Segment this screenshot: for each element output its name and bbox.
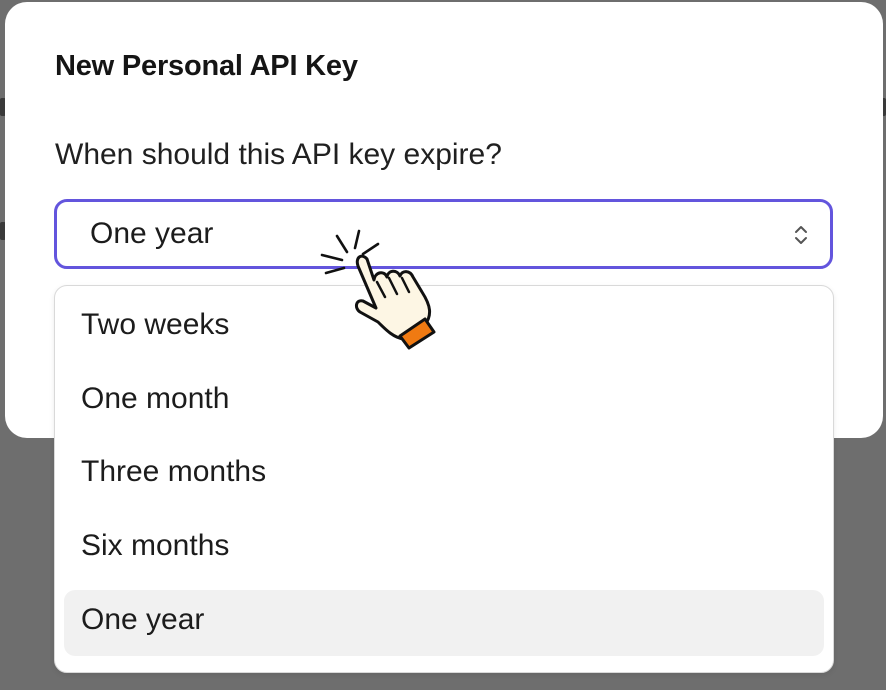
expiry-option[interactable]: One year bbox=[64, 590, 824, 656]
expiry-option-label: Three months bbox=[81, 455, 267, 488]
expiry-option-label: One month bbox=[81, 382, 230, 415]
expiry-option[interactable]: Three months bbox=[64, 442, 824, 508]
dialog-title: New Personal API Key bbox=[55, 50, 358, 82]
expiry-option[interactable]: One month bbox=[64, 369, 824, 435]
chevron-up-down-icon bbox=[795, 226, 807, 244]
expiry-select-value: One year bbox=[90, 217, 214, 250]
expiry-select[interactable]: One year bbox=[54, 199, 833, 269]
expiry-option[interactable]: Six months bbox=[64, 516, 824, 582]
expiry-option-label: Six months bbox=[81, 529, 230, 562]
expiry-question-label: When should this API key expire? bbox=[55, 138, 502, 171]
expiry-option[interactable]: Two weeks bbox=[64, 295, 824, 361]
expiry-option-label: Two weeks bbox=[81, 308, 230, 341]
expiry-option-label: One year bbox=[81, 603, 205, 636]
expiry-options-list: Two weeks One month Three months Six months… bbox=[54, 285, 834, 673]
